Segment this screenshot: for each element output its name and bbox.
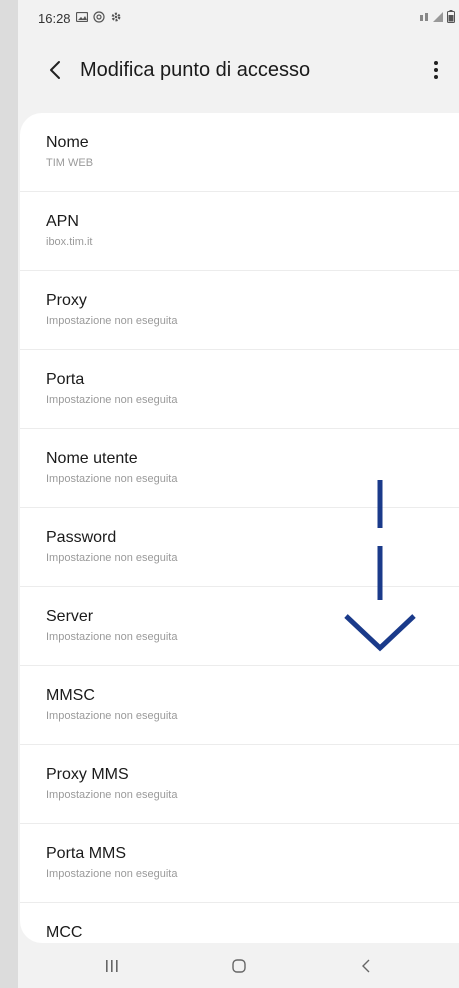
setting-label: MMSC bbox=[46, 687, 95, 704]
setting-label: Porta MMS bbox=[46, 845, 127, 862]
setting-value: Impostazione non eseguita bbox=[46, 789, 178, 801]
status-right bbox=[419, 10, 455, 26]
setting-value: Impostazione non eseguita bbox=[46, 710, 178, 722]
status-left: 16:28 bbox=[38, 11, 122, 26]
recent-apps-icon[interactable] bbox=[92, 951, 132, 981]
page-title: Modifica punto di accesso bbox=[80, 58, 311, 81]
setting-value: Impostazione non eseguita bbox=[46, 868, 178, 880]
setting-row-porta-mms[interactable]: Porta MMS Impostazione non eseguita bbox=[20, 824, 459, 903]
status-time: 16:28 bbox=[38, 10, 71, 26]
setting-label: Proxy bbox=[46, 292, 87, 309]
more-options-icon[interactable] bbox=[425, 59, 447, 81]
back-icon[interactable] bbox=[346, 951, 386, 981]
setting-value: Impostazione non eseguita bbox=[46, 315, 178, 327]
setting-label: Porta bbox=[46, 371, 85, 388]
signal-icon bbox=[432, 11, 444, 26]
system-nav-bar bbox=[18, 944, 459, 988]
setting-value: TIM WEB bbox=[46, 157, 94, 169]
app-bar: Modifica punto di accesso bbox=[18, 48, 459, 92]
setting-row-proxy-mms[interactable]: Proxy MMS Impostazione non eseguita bbox=[20, 745, 459, 824]
setting-row-porta[interactable]: Porta Impostazione non eseguita bbox=[20, 350, 459, 429]
setting-row-mmsc[interactable]: MMSC Impostazione non eseguita bbox=[20, 666, 459, 745]
back-arrow-icon[interactable] bbox=[46, 59, 64, 81]
setting-value: Impostazione non eseguita bbox=[46, 394, 178, 406]
setting-label: APN bbox=[46, 213, 79, 230]
setting-row-proxy[interactable]: Proxy Impostazione non eseguita bbox=[20, 271, 459, 350]
setting-value: ibox.tim.it bbox=[46, 236, 93, 248]
phone-screen: 16:28 Modifica punto di accesso Nome TIM… bbox=[18, 0, 459, 988]
setting-label: Proxy MMS bbox=[46, 766, 129, 783]
battery-icon bbox=[447, 10, 455, 26]
wifi-calling-icon bbox=[419, 11, 429, 26]
image-icon bbox=[75, 11, 88, 25]
home-icon[interactable] bbox=[219, 951, 259, 981]
setting-row-nome[interactable]: Nome TIM WEB bbox=[20, 113, 459, 192]
gear-icon bbox=[110, 11, 122, 26]
setting-label: Nome utente bbox=[46, 450, 138, 467]
setting-label: MCC bbox=[46, 924, 83, 941]
setting-label: Nome bbox=[46, 134, 89, 151]
scroll-down-arrow-icon bbox=[344, 480, 416, 652]
setting-row-mcc[interactable]: MCC bbox=[20, 903, 459, 943]
status-bar: 16:28 bbox=[18, 0, 459, 36]
setting-row-apn[interactable]: APN ibox.tim.it bbox=[20, 192, 459, 271]
at-icon bbox=[92, 10, 105, 26]
